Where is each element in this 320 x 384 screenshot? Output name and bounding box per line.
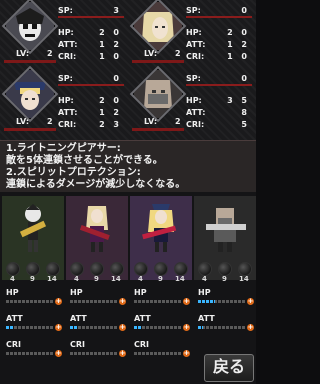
character-portrait-1 — [1, 0, 59, 55]
att-row: ATT: 1 2 — [58, 40, 122, 49]
hp-row: HP: 2 0 — [58, 96, 122, 105]
cri-plus-button[interactable]: + — [119, 350, 126, 357]
att-stat: ATT + — [134, 314, 190, 331]
orb-icon — [174, 262, 188, 276]
character-portrait-2 — [129, 0, 187, 55]
character-portrait-3 — [1, 65, 59, 123]
att-plus-button[interactable]: + — [55, 324, 62, 331]
sp-row: SP: 0 — [186, 6, 252, 18]
hp-row: HP: 2 0 — [58, 28, 122, 37]
top-screen: SP: 3 HP: 2 0 ATT: 1 2 CRI: 1 0 LV: 2 SP… — [0, 0, 256, 192]
orb-icon — [134, 262, 148, 276]
skill-1-text: 敵を5体連鎖させることができる。 — [6, 155, 163, 166]
orb-icon — [26, 262, 40, 276]
att-row: ATT: 1 2 — [186, 40, 250, 49]
orb-icon — [198, 262, 212, 276]
skill-1-title: 1.ライトニングピアサー: — [6, 143, 121, 154]
hp-stat: HP + — [6, 288, 62, 305]
cri-row: CRI: 1 0 — [186, 52, 250, 61]
level-label: LV: 2 — [144, 117, 181, 126]
back-button[interactable]: 戻る — [204, 354, 254, 382]
blonde-face-icon — [134, 1, 182, 50]
character-portrait-4 — [129, 65, 187, 123]
orb-icon — [154, 262, 168, 276]
cri-plus-button[interactable]: + — [183, 350, 190, 357]
att-stat: ATT + — [6, 314, 62, 331]
skill-2-title: 2.スピリットプロテクション: — [6, 167, 141, 178]
level-label: LV: 2 — [16, 117, 53, 126]
att-plus-button[interactable]: + — [247, 324, 254, 331]
hp-plus-button[interactable]: + — [119, 298, 126, 305]
hp-stat: HP + — [198, 288, 254, 305]
skull-face-icon — [6, 1, 54, 50]
att-stat: ATT + — [70, 314, 126, 331]
level-label: LV: 2 — [144, 49, 181, 58]
orb-icon — [110, 262, 124, 276]
character-column-3[interactable]: 4 9 14 HP + ATT + CRI + — [130, 192, 192, 384]
capped-face-icon — [6, 70, 54, 118]
orb-icon — [46, 262, 60, 276]
bottom-screen: 4 9 14 HP + ATT + CRI + 4 9 14 HP + ATT … — [0, 192, 256, 384]
card-underline — [4, 128, 56, 131]
skill-2-text: 連鎖によるダメージが減少しなくなる。 — [6, 179, 186, 190]
sp-row: SP: 3 — [58, 6, 124, 18]
masked-face-icon — [134, 70, 182, 118]
orb-icon — [218, 262, 232, 276]
character-card-3: SP: 0 HP: 2 0 ATT: 1 2 CRI: 2 3 LV: 2 — [1, 65, 126, 134]
skill-orbs: 4 9 14 — [198, 262, 252, 283]
character-card-2: SP: 0 HP: 2 0 ATT: 1 2 CRI: 1 0 LV: 2 — [129, 0, 254, 66]
character-card-4: SP: 0 HP: 3 5 ATT: 8 CRI: 5 LV: 2 — [129, 65, 254, 134]
character-sprite-4 — [198, 200, 252, 254]
att-stat: ATT + — [198, 314, 254, 331]
cri-stat: CRI + — [70, 340, 126, 357]
sp-row: SP: 0 — [58, 74, 124, 86]
card-underline — [132, 128, 184, 131]
character-sprite-2 — [70, 200, 124, 254]
cri-row: CRI: 5 — [186, 120, 250, 129]
cri-plus-button[interactable]: + — [55, 350, 62, 357]
orb-icon — [70, 262, 84, 276]
hp-plus-button[interactable]: + — [183, 298, 190, 305]
hp-stat: HP + — [134, 288, 190, 305]
att-row: ATT: 1 2 — [58, 108, 122, 117]
hp-row: HP: 3 5 — [186, 96, 250, 105]
orb-icon — [90, 262, 104, 276]
card-underline — [132, 60, 184, 63]
skill-orbs: 4 9 14 — [70, 262, 124, 283]
skill-description-box: 1.ライトニングピアサー: 敵を5体連鎖させることができる。 2.スピリットプロ… — [0, 140, 256, 192]
card-underline — [4, 60, 56, 63]
hp-row: HP: 2 0 — [186, 28, 250, 37]
orb-icon — [238, 262, 252, 276]
cri-stat: CRI + — [134, 340, 190, 357]
character-card-1: SP: 3 HP: 2 0 ATT: 1 2 CRI: 1 0 LV: 2 — [1, 0, 126, 66]
level-label: LV: 2 — [16, 49, 53, 58]
hp-plus-button[interactable]: + — [55, 298, 62, 305]
orb-icon — [6, 262, 20, 276]
hp-stat: HP + — [70, 288, 126, 305]
att-plus-button[interactable]: + — [183, 324, 190, 331]
character-column-2[interactable]: 4 9 14 HP + ATT + CRI + — [66, 192, 128, 384]
cri-row: CRI: 1 0 — [58, 52, 122, 61]
character-sprite-3 — [134, 200, 188, 254]
att-row: ATT: 8 — [186, 108, 250, 117]
att-plus-button[interactable]: + — [119, 324, 126, 331]
sp-row: SP: 0 — [186, 74, 252, 86]
hp-plus-button[interactable]: + — [247, 298, 254, 305]
skill-orbs: 4 9 14 — [6, 262, 60, 283]
character-sprite-1 — [6, 200, 60, 254]
skill-orbs: 4 9 14 — [134, 262, 188, 283]
cri-stat: CRI + — [6, 340, 62, 357]
character-column-1[interactable]: 4 9 14 HP + ATT + CRI + — [2, 192, 64, 384]
cri-row: CRI: 2 3 — [58, 120, 122, 129]
